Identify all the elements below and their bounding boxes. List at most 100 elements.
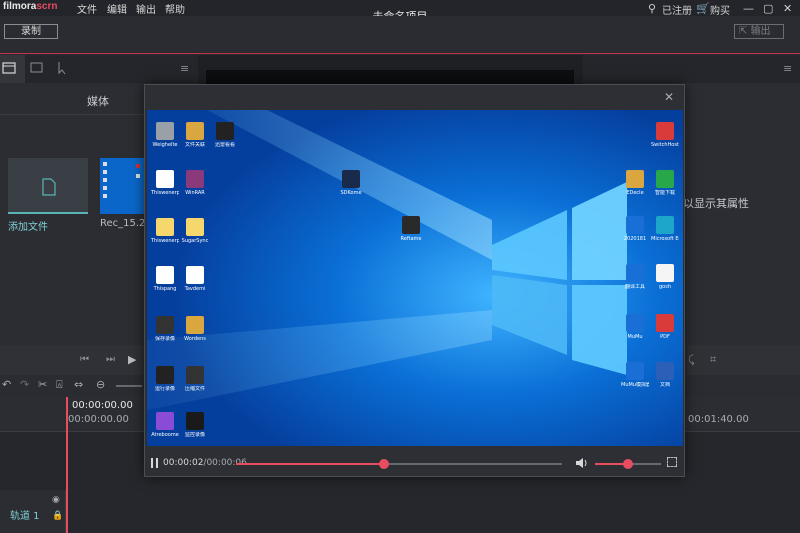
desktop-icon-label: 翻译工具 bbox=[624, 284, 645, 290]
tab-media[interactable] bbox=[0, 55, 25, 83]
desktop-icon-label: Tavdemi bbox=[184, 286, 206, 292]
desktop-icon-label: Reftame bbox=[400, 236, 422, 242]
playhead[interactable] bbox=[66, 397, 68, 533]
screen-icon bbox=[156, 316, 174, 334]
eye-icon[interactable]: ◉ bbox=[52, 495, 60, 505]
export-button[interactable]: ⇱ 输出 bbox=[734, 24, 784, 39]
speech-bubble-icon bbox=[30, 62, 43, 73]
zoom-slider[interactable] bbox=[116, 385, 142, 387]
desktop-icon[interactable]: WinRAR bbox=[181, 170, 209, 196]
properties-hint: 以显示其属性 bbox=[683, 197, 749, 210]
main-toolbar: 录制 ⇱ 输出 bbox=[0, 16, 800, 54]
desktop-icon[interactable]: Thiswenerp bbox=[151, 170, 179, 196]
desktop-icon[interactable]: Wordens bbox=[181, 316, 209, 342]
desktop-icon-label: 迅雷看看 bbox=[214, 142, 235, 148]
close-icon[interactable]: ✕ bbox=[664, 90, 674, 104]
add-file-icon bbox=[42, 178, 56, 196]
scissors-icon[interactable]: ✂ bbox=[38, 378, 47, 391]
desktop-icon[interactable]: 文件关联 bbox=[181, 122, 209, 148]
app-icon bbox=[626, 216, 644, 234]
document-icon bbox=[186, 266, 204, 284]
undo-icon[interactable]: ↶ bbox=[2, 378, 11, 391]
desktop-icon-label: SDKome bbox=[340, 190, 362, 196]
record-button[interactable]: 录制 bbox=[4, 24, 58, 39]
volume-handle[interactable] bbox=[623, 459, 633, 469]
desktop-icon-label: Thiswenerp bbox=[151, 238, 179, 244]
desktop-icon[interactable]: 迅雷看看 bbox=[211, 122, 239, 148]
desktop-icon-label: 运行录像 bbox=[154, 386, 175, 392]
recording-preview-image bbox=[100, 158, 144, 214]
app-icon bbox=[156, 122, 174, 140]
fit-icon[interactable]: ⇔ bbox=[74, 378, 83, 391]
desktop-icon[interactable]: gosh bbox=[651, 264, 679, 290]
menu-icon[interactable]: ≡ bbox=[180, 62, 189, 75]
tab-annotation[interactable] bbox=[25, 55, 50, 83]
desktop-icon-label: 保存录像 bbox=[154, 336, 175, 342]
seek-bar[interactable] bbox=[236, 459, 562, 469]
desktop-icon[interactable]: 压缩文件 bbox=[181, 366, 209, 392]
desktop-icon-label: 监控录像 bbox=[184, 432, 205, 438]
desktop-icon[interactable]: Tavdemi bbox=[181, 266, 209, 292]
desktop-icon-label: gosh bbox=[658, 284, 671, 290]
desktop-icon-label: SwitchHosts bbox=[651, 142, 679, 148]
pdf-icon bbox=[656, 314, 674, 332]
document-icon bbox=[156, 170, 174, 188]
wallpaper bbox=[147, 110, 683, 446]
desktop-icon[interactable]: PDF bbox=[651, 314, 679, 340]
rotate-icon[interactable]: ⤹ bbox=[688, 353, 695, 367]
desktop-icon-label: Thiswenerp bbox=[151, 190, 179, 196]
desktop-icon[interactable]: MuMu bbox=[621, 314, 649, 340]
desktop-icon[interactable]: SugarSync bbox=[181, 218, 209, 244]
add-file-tile[interactable] bbox=[8, 158, 88, 214]
desktop-video-frame: Weighelte 文件关联 迅雷看看 Thiswenerp WinRAR Thiswen… bbox=[147, 110, 683, 446]
desktop-icon[interactable]: EDecle bbox=[621, 170, 649, 196]
folder-icon bbox=[186, 218, 204, 236]
menu-icon[interactable]: ≡ bbox=[783, 62, 792, 75]
seek-handle[interactable] bbox=[379, 459, 390, 469]
winrar-icon bbox=[186, 170, 204, 188]
desktop-icon[interactable]: 翻译工具 bbox=[621, 264, 649, 290]
desktop-icon[interactable]: 运行录像 bbox=[151, 366, 179, 392]
fullscreen-icon[interactable] bbox=[667, 457, 677, 467]
desktop-icon[interactable]: 监控录像 bbox=[181, 412, 209, 438]
redo-icon[interactable]: ↷ bbox=[20, 378, 29, 391]
app-icon bbox=[626, 362, 644, 380]
desktop-icon-label: 文件关联 bbox=[184, 142, 205, 148]
desktop-icon-label: Atreboome bbox=[151, 432, 179, 438]
prev-frame-icon[interactable]: ⏮ bbox=[80, 354, 89, 365]
desktop-icon-label: Microsoft Edge bbox=[651, 236, 679, 242]
next-frame-icon[interactable]: ⏭ bbox=[106, 354, 115, 365]
track-label: 轨道 1 bbox=[10, 511, 40, 522]
desktop-icon[interactable]: Atreboome bbox=[151, 412, 179, 438]
desktop-icon[interactable]: Thiswenerp bbox=[151, 218, 179, 244]
desktop-icon[interactable]: Reftame bbox=[397, 216, 425, 242]
play-icon[interactable]: ▶ bbox=[128, 353, 136, 366]
desktop-icon[interactable]: 智能下载 bbox=[651, 170, 679, 196]
desktop-icon[interactable]: 保存录像 bbox=[151, 316, 179, 342]
desktop-icon[interactable]: 文档 bbox=[651, 362, 679, 388]
desktop-icon[interactable]: Microsoft Edge bbox=[651, 216, 679, 242]
clapper-icon bbox=[2, 62, 16, 74]
screen-icon bbox=[156, 366, 174, 384]
player-controls: 00:00:02/00:00:06 bbox=[145, 446, 684, 476]
marker-icon[interactable]: ⍓ bbox=[56, 378, 63, 392]
desktop-icon[interactable]: Weighelte bbox=[151, 122, 179, 148]
lock-icon[interactable]: 🔒 bbox=[52, 511, 63, 521]
volume-slider[interactable] bbox=[595, 459, 661, 469]
tab-cursor[interactable] bbox=[50, 55, 75, 83]
desktop-icon-label: SugarSync bbox=[181, 238, 209, 244]
zoom-out-icon[interactable]: ⊖ bbox=[96, 378, 105, 391]
crop-icon[interactable]: ⌗ bbox=[710, 353, 716, 367]
desktop-icon[interactable]: Thispang bbox=[151, 266, 179, 292]
desktop-icon[interactable]: SwitchHosts bbox=[651, 122, 679, 148]
export-icon: ⇱ bbox=[739, 26, 751, 37]
cursor-icon bbox=[58, 62, 66, 75]
desktop-icon[interactable]: 2020181 bbox=[621, 216, 649, 242]
pause-icon[interactable] bbox=[151, 458, 159, 468]
desktop-icon[interactable]: SDKome bbox=[337, 170, 365, 196]
desktop-icon-label: 压缩文件 bbox=[184, 386, 205, 392]
volume-icon[interactable] bbox=[575, 457, 589, 469]
recording-thumbnail[interactable] bbox=[100, 158, 144, 214]
desktop-icon[interactable]: MuMu模拟器2 bbox=[621, 362, 649, 388]
ruler-start: 00:00:00.00 bbox=[68, 414, 129, 425]
